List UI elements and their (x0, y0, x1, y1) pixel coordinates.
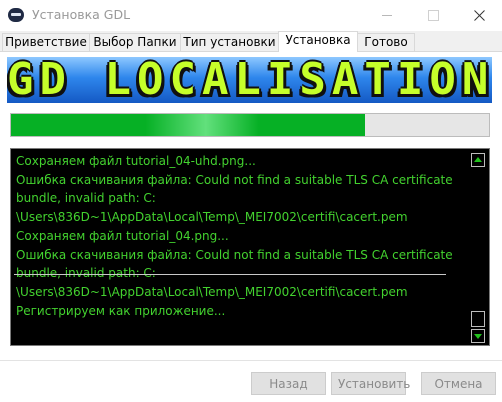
log-line: Регистрируем как приложение... (16, 303, 226, 318)
progress-bar (10, 113, 490, 137)
install-button[interactable]: Установить (331, 372, 410, 395)
log-scrollbar[interactable] (470, 151, 487, 343)
tab-install[interactable]: Установка (278, 31, 358, 52)
close-button[interactable] (456, 0, 502, 31)
scroll-thumb[interactable] (471, 311, 485, 327)
tab-folder[interactable]: Выбор Папки (89, 33, 181, 51)
progress-fill (11, 114, 365, 136)
log-lines: Сохраняем файл tutorial_04-uhd.png... Ош… (16, 152, 466, 320)
scroll-down-button[interactable] (471, 329, 485, 343)
tab-bar: Приветствие Выбор Папки Тип установки Ус… (0, 31, 502, 52)
log-line: Ошибка скачивания файла: Could not find … (16, 172, 453, 187)
logo-text: GD LOCALISATION (7, 57, 492, 103)
tab-done[interactable]: Готово (357, 33, 415, 51)
tab-install-type[interactable]: Тип установки (180, 33, 279, 51)
log-line: Сохраняем файл tutorial_04.png... (16, 228, 229, 243)
logo-banner: GD LOCALISATION (7, 57, 492, 103)
log-line: \Users\836D~1\AppData\Local\Temp\_MEI700… (16, 210, 408, 225)
log-line: bundle, invalid path: C: (16, 191, 156, 206)
minimize-button[interactable] (364, 0, 410, 31)
log-divider (14, 274, 446, 275)
title-bar: Установка GDL (0, 0, 502, 31)
tab-welcome[interactable]: Приветствие (2, 33, 90, 51)
scroll-up-button[interactable] (471, 153, 485, 167)
install-log[interactable]: Сохраняем файл tutorial_04-uhd.png... Ош… (10, 148, 490, 346)
footer-divider (0, 360, 502, 361)
window-title: Установка GDL (32, 7, 131, 22)
back-button[interactable]: Назад (251, 372, 326, 395)
log-line: Ошибка скачивания файла: Could not find … (16, 247, 453, 262)
log-line: Сохраняем файл tutorial_04-uhd.png... (16, 154, 256, 168)
log-line: \Users\836D~1\AppData\Local\Temp\_MEI700… (16, 284, 408, 299)
close-icon (474, 10, 485, 21)
app-icon (8, 8, 24, 22)
cancel-button[interactable]: Отмена (421, 372, 496, 395)
maximize-button[interactable] (410, 0, 456, 31)
